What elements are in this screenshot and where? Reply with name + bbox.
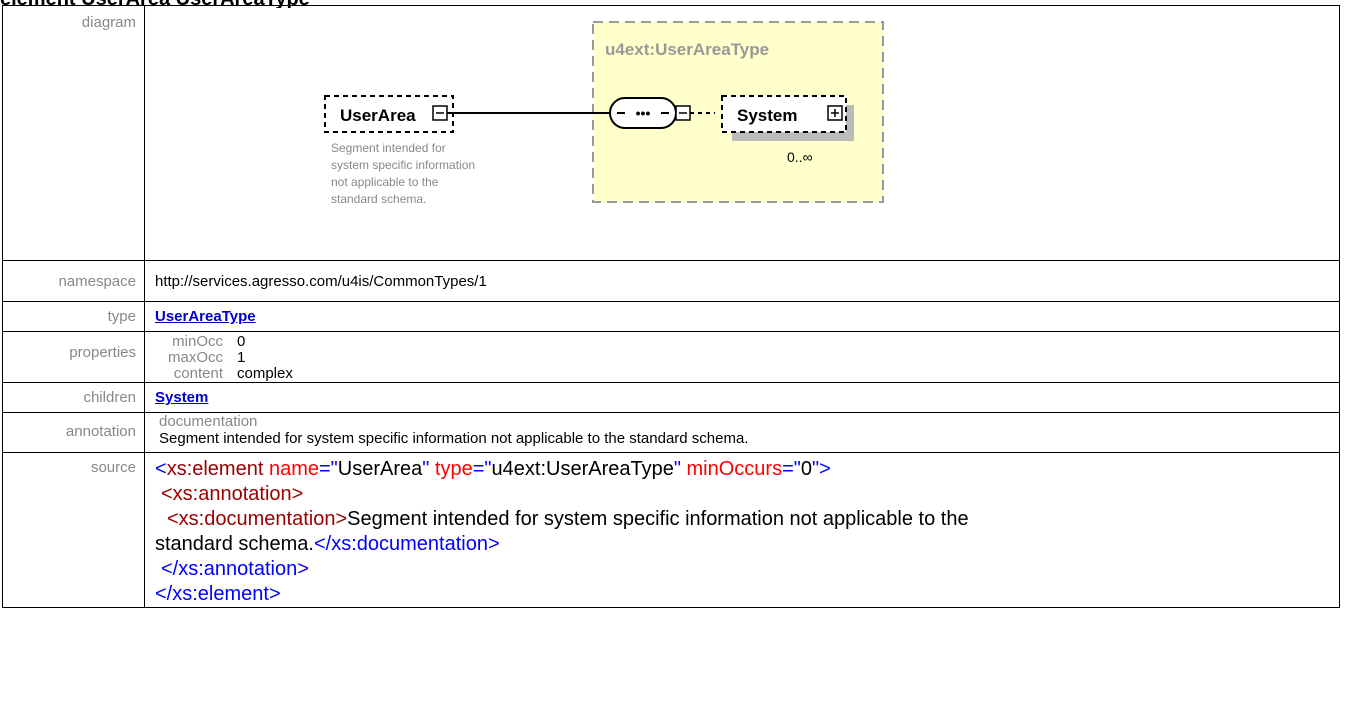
type-group-title: u4ext:UserAreaType <box>605 40 769 59</box>
prop-value: 1 <box>237 349 246 366</box>
svg-text:•••: ••• <box>636 105 651 121</box>
annotation-heading: documentation <box>159 413 258 430</box>
row-annotation: annotation documentation Segment intende… <box>2 412 1340 453</box>
prop-value: complex <box>237 365 293 382</box>
row-type: type UserAreaType <box>2 301 1340 332</box>
source-line: </xs:annotation> <box>161 558 309 580</box>
svg-text:system specific information: system specific information <box>331 158 475 172</box>
label-diagram: diagram <box>2 5 145 261</box>
source-line: <xs:documentation>Segment intended for s… <box>167 508 969 530</box>
element-doc: Segment intended for system specific inf… <box>331 141 475 206</box>
label-annotation: annotation <box>2 412 145 453</box>
prop-key: content <box>173 365 223 382</box>
label-children: children <box>2 382 145 413</box>
source-line: <xs:element name="UserArea" type="u4ext:… <box>155 458 831 480</box>
element-name-userarea: UserArea <box>340 106 416 125</box>
prop-key: minOcc <box>172 333 223 350</box>
child-link-system[interactable]: System <box>155 389 208 406</box>
properties-grid: minOcc 0 maxOcc 1 content complex <box>159 334 1329 382</box>
svg-text:Segment intended for: Segment intended for <box>331 141 446 155</box>
row-namespace: namespace http://services.agresso.com/u4… <box>2 260 1340 302</box>
row-properties: properties minOcc 0 maxOcc 1 content com… <box>2 331 1340 383</box>
label-namespace: namespace <box>2 260 145 302</box>
namespace-value: http://services.agresso.com/u4is/CommonT… <box>144 260 1340 302</box>
element-name-system: System <box>737 106 797 125</box>
type-link[interactable]: UserAreaType <box>155 308 256 325</box>
row-children: children System <box>2 382 1340 413</box>
occurs-label: 0..∞ <box>787 149 813 165</box>
row-source: source <xs:element name="UserArea" type=… <box>2 452 1340 608</box>
schema-diagram: u4ext:UserAreaType UserArea Segment inte… <box>324 21 884 206</box>
source-line: </xs:element> <box>155 583 281 605</box>
prop-key: maxOcc <box>167 349 223 366</box>
source-line: <xs:annotation> <box>161 483 304 505</box>
label-source: source <box>2 452 145 608</box>
diagram-cell: u4ext:UserAreaType UserArea Segment inte… <box>144 5 1340 261</box>
prop-value: 0 <box>237 333 246 350</box>
svg-text:standard schema.: standard schema. <box>331 192 426 206</box>
source-line: standard schema.</xs:documentation> <box>155 533 500 555</box>
label-type: type <box>2 301 145 332</box>
row-diagram: diagram u4ext:UserAreaType UserArea Segm… <box>2 5 1340 261</box>
annotation-text: Segment intended for system specific inf… <box>159 430 749 447</box>
schema-table: diagram u4ext:UserAreaType UserArea Segm… <box>2 5 1340 608</box>
label-properties: properties <box>2 331 145 383</box>
source-code: <xs:element name="UserArea" type="u4ext:… <box>155 457 1329 607</box>
svg-text:not applicable to the: not applicable to the <box>331 175 439 189</box>
